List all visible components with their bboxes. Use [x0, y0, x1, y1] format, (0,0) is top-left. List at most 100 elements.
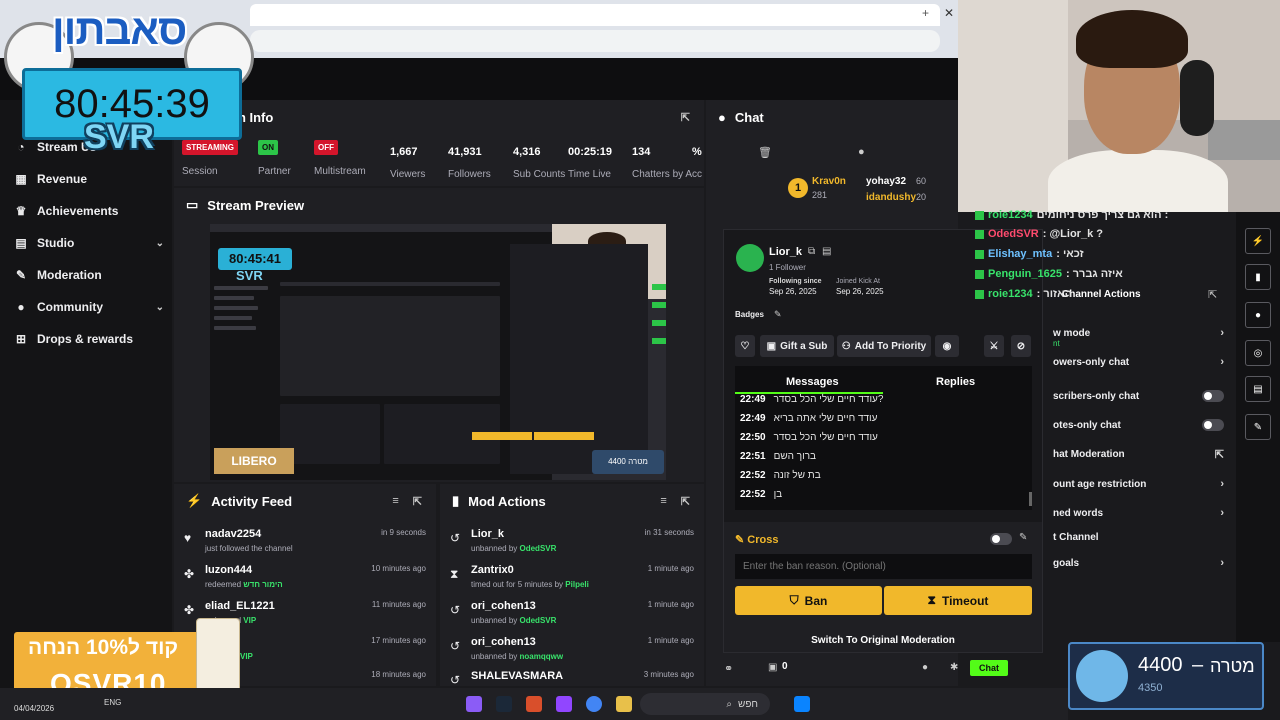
session-badge: STREAMING	[182, 140, 238, 155]
close-window-icon[interactable]: ✕	[944, 6, 954, 20]
eye-button[interactable]: ◉	[935, 335, 959, 357]
sidebar-item-drops[interactable]: ⊞ Drops & rewards	[14, 332, 164, 346]
revenue-icon: ▦	[15, 172, 27, 186]
block-button[interactable]: ⊘	[1011, 335, 1031, 357]
sidebar-item-revenue[interactable]: ▦ Revenue	[14, 172, 164, 186]
browser-address-bar[interactable]	[250, 30, 940, 52]
cross-label: ✎ Cross	[735, 534, 779, 546]
chrome-icon[interactable]	[586, 696, 602, 712]
list-item: ↺ ori_cohen13 unbanned by noamqqww 1 minute…	[450, 636, 694, 661]
chat-bubble-icon: ●	[718, 109, 726, 125]
pencil-icon[interactable]: ✎	[1019, 532, 1027, 543]
id-card-icon[interactable]: ▤	[822, 246, 831, 257]
action-row-goals[interactable]: goals ›	[1053, 557, 1224, 569]
timeout-button[interactable]: ⧗ Timeout	[884, 586, 1032, 615]
action-row-subscribers-only[interactable]: scribers-only chat	[1053, 390, 1224, 402]
subathon-logo: סאבתון	[52, 6, 187, 53]
chat-settings-icon[interactable]: ●	[858, 146, 865, 158]
action-row-chat-moderation[interactable]: hat Moderation ⇱	[1053, 448, 1224, 461]
popout-icon[interactable]: ⇱	[1208, 288, 1217, 301]
hourglass-icon: ⧗	[450, 567, 459, 581]
sidebar-item-studio[interactable]: ▤ Studio ⌄	[14, 236, 164, 250]
svr-logo: SVR	[84, 118, 154, 156]
action-row-followers-only[interactable]: owers-only chat ›	[1053, 356, 1224, 368]
new-tab-icon[interactable]: +	[922, 6, 929, 20]
followers-stat: 41,931 Followers	[448, 146, 491, 180]
discord-icon[interactable]	[466, 696, 482, 712]
tab-messages[interactable]: Messages	[786, 376, 839, 388]
filter-icon[interactable]: ≡	[660, 495, 666, 508]
popout-icon[interactable]: ⇱	[681, 111, 690, 124]
sidebar-item-community[interactable]: ● Community ⌄	[14, 300, 164, 314]
rail-layout-button[interactable]: ▤	[1245, 376, 1271, 402]
stream-info-header: on Info ⇱	[174, 100, 704, 134]
rail-broadcast-button[interactable]: ◎	[1245, 340, 1271, 366]
broadcast-icon: ◎	[1253, 347, 1263, 359]
leader-2-count: 60	[916, 176, 927, 186]
ban-button[interactable]: ⛉ Ban	[735, 586, 882, 615]
twitch-icon[interactable]	[556, 696, 572, 712]
search-icon: ⌕	[726, 698, 733, 710]
ban-reason-input[interactable]	[735, 554, 1032, 579]
mod-actions-title: Mod Actions	[468, 493, 546, 509]
goal-current: 4350	[1138, 682, 1163, 694]
copy-icon[interactable]: ⧉	[808, 246, 815, 257]
percent-stat: %	[692, 146, 702, 158]
gift-sub-button[interactable]: ▣ Gift a Sub	[760, 335, 834, 357]
scrollbar[interactable]	[1029, 492, 1032, 506]
list-item: 22:52 בת של זונה	[740, 470, 821, 481]
chevron-right-icon: ›	[1220, 327, 1224, 339]
leader-1-name[interactable]: Krav0n	[812, 176, 846, 187]
user-card-username: Lior_k	[769, 246, 803, 258]
emote-icon[interactable]: ●	[922, 662, 928, 673]
steam-icon[interactable]	[496, 696, 512, 712]
app-icon[interactable]	[526, 696, 542, 712]
popout-icon[interactable]: ⇱	[681, 495, 690, 508]
folder-icon[interactable]	[616, 696, 632, 712]
overlay-chat-message: roie1234: האזור	[975, 288, 1072, 300]
chat-gift-icon[interactable]: ▣	[768, 662, 777, 673]
taskbar-search[interactable]: ⌕ חפש	[640, 693, 770, 715]
list-item: ✤ luzon444 redeemed הימור חדש 10 minutes ag…	[184, 564, 426, 589]
preview-goal: 4400 מטרה	[592, 450, 664, 474]
user-card-followers: 1 Follower	[769, 263, 806, 272]
trash-icon[interactable]: 🗑	[758, 146, 772, 159]
document-icon: ▮	[452, 493, 460, 508]
leader-2-name[interactable]: yohay32	[866, 176, 906, 187]
chat-tools-icon[interactable]: ⚭	[724, 662, 733, 675]
heart-button[interactable]: ♡	[735, 335, 755, 357]
action-row-banned-words[interactable]: ned words ›	[1053, 507, 1224, 519]
rail-chat-button[interactable]: ●	[1245, 302, 1271, 328]
multistream-stat: OFF Multistream	[314, 140, 366, 177]
settings-icon[interactable]: ✱	[950, 662, 958, 673]
eye-icon: ◉	[942, 340, 952, 352]
stream-preview-video[interactable]: 80:45:41 SVR LIBERO 4400 מטרה	[210, 224, 666, 480]
switch-moderation-button[interactable]: Switch To Original Moderation	[724, 635, 1042, 646]
add-priority-button[interactable]: ⚇ Add To Priority	[837, 335, 931, 357]
rail-wrench-button[interactable]: ✎	[1245, 414, 1271, 440]
time-live-stat: 00:25:19 Time Live	[568, 146, 613, 180]
sidebar-item-moderation[interactable]: ✎ Moderation	[14, 268, 164, 282]
mod-button[interactable]: ⚔	[984, 335, 1004, 357]
action-row-slow-mode[interactable]: w mode ›	[1053, 327, 1224, 339]
chevron-right-icon: ›	[1220, 356, 1224, 368]
action-row-account-age[interactable]: ount age restriction ›	[1053, 478, 1224, 490]
windows-start-icon[interactable]	[794, 696, 810, 712]
pencil-icon[interactable]: ✎	[774, 309, 782, 320]
browser-tab[interactable]	[250, 4, 940, 26]
filter-icon[interactable]: ≡	[392, 495, 398, 508]
sidebar: ◔ Stream Us ▦ Revenue ♛ Achievements ▤ Studi…	[0, 100, 172, 720]
tab-replies[interactable]: Replies	[936, 376, 975, 388]
action-row-channel[interactable]: t Channel	[1053, 532, 1224, 543]
leader-3-name[interactable]: idandushy	[866, 192, 916, 203]
cross-toggle[interactable]	[990, 533, 1012, 545]
studio-icon: ▤	[15, 236, 27, 250]
chat-send-button[interactable]: Chat	[970, 660, 1008, 676]
taskbar-language[interactable]: ENG	[104, 698, 121, 707]
popout-icon[interactable]: ⇱	[413, 495, 422, 508]
rail-document-button[interactable]: ▮	[1245, 264, 1271, 290]
sidebar-item-achievements[interactable]: ♛ Achievements	[14, 204, 164, 218]
wrench-icon: ✎	[1253, 421, 1263, 433]
rail-lightning-button[interactable]: ⚡	[1245, 228, 1271, 254]
action-row-emotes-only[interactable]: otes-only chat	[1053, 419, 1224, 431]
